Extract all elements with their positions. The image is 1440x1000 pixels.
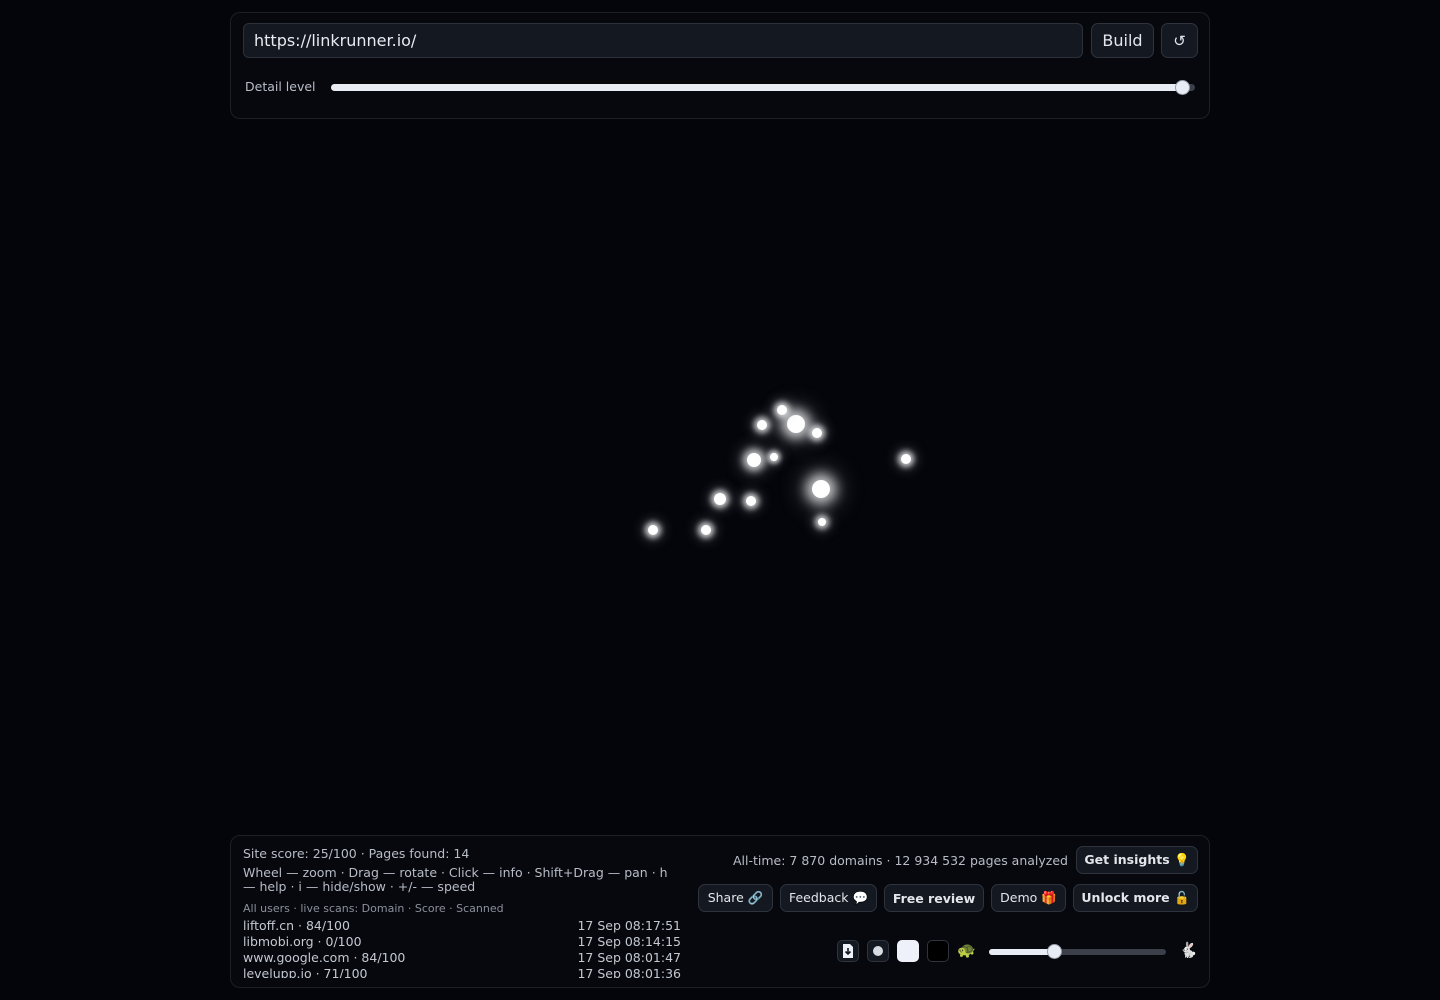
scan-domain: www.google.com · 84/100 [243, 950, 406, 965]
download-icon [843, 944, 853, 958]
node-toggle-button[interactable] [867, 940, 889, 962]
scan-time: 17 Sep 08:01:47 [577, 950, 681, 965]
list-item[interactable]: libmobi.org · 0/100 17 Sep 08:14:15 [243, 934, 681, 950]
graph-node-13[interactable] [701, 525, 711, 535]
share-button[interactable]: Share 🔗 [698, 884, 773, 912]
reset-button[interactable]: ↺ [1161, 23, 1198, 58]
graph-node-3[interactable] [757, 420, 767, 430]
dot-icon [873, 946, 883, 956]
speed-fill [989, 949, 1055, 955]
site-stats: Site score: 25/100 · Pages found: 14 [243, 846, 470, 861]
scan-domain: liftoff.cn · 84/100 [243, 918, 350, 933]
list-item[interactable]: levelupp.io · 71/100 17 Sep 08:01:36 [243, 966, 681, 978]
light-theme-button[interactable] [897, 940, 919, 962]
build-button[interactable]: Build [1091, 23, 1154, 58]
scan-time: 17 Sep 08:17:51 [577, 918, 681, 933]
live-scans-list: liftoff.cn · 84/100 17 Sep 08:17:51 libm… [243, 918, 681, 978]
detail-level-label: Detail level [245, 79, 316, 94]
scan-time: 17 Sep 08:01:36 [577, 966, 681, 978]
graph-node-6[interactable] [770, 453, 778, 461]
download-button[interactable] [837, 940, 859, 962]
detail-level-fill [331, 84, 1183, 91]
alltime-stats: All-time: 7 870 domains · 12 934 532 pag… [733, 853, 1068, 868]
graph-node-11[interactable] [818, 518, 826, 526]
unlock-more-button[interactable]: Unlock more 🔓 [1073, 884, 1198, 912]
list-item[interactable]: www.google.com · 84/100 17 Sep 08:01:47 [243, 950, 681, 966]
help-text: Wheel — zoom · Drag — rotate · Click — i… [243, 865, 668, 894]
graph-node-2[interactable] [777, 405, 787, 415]
graph-node-1[interactable] [787, 415, 805, 433]
scan-time: 17 Sep 08:14:15 [577, 934, 681, 949]
site-graph-canvas[interactable] [230, 125, 1210, 830]
graph-node-5[interactable] [747, 453, 761, 467]
feedback-button[interactable]: Feedback 💬 [780, 884, 877, 912]
scan-domain: levelupp.io · 71/100 [243, 966, 368, 978]
get-insights-button[interactable]: Get insights 💡 [1076, 846, 1198, 874]
speed-thumb[interactable] [1047, 944, 1063, 959]
demo-button[interactable]: Demo 🎁 [991, 884, 1066, 912]
live-scans-header: All users · live scans: Domain · Score ·… [243, 902, 504, 915]
rabbit-icon: 🐇 [1179, 941, 1198, 959]
detail-level-slider[interactable] [331, 80, 1195, 95]
graph-node-9[interactable] [714, 493, 726, 505]
scan-domain: libmobi.org · 0/100 [243, 934, 362, 949]
graph-node-12[interactable] [648, 525, 658, 535]
speed-slider[interactable] [989, 944, 1166, 959]
graph-node-10[interactable] [746, 496, 756, 506]
free-review-button[interactable]: Free review [884, 884, 984, 912]
url-input[interactable] [243, 23, 1083, 58]
top-panel: Build ↺ Detail level [230, 12, 1210, 119]
detail-level-thumb[interactable] [1175, 80, 1191, 95]
turtle-icon: 🐢 [957, 941, 976, 959]
dark-theme-button[interactable] [927, 940, 949, 962]
graph-node-7[interactable] [901, 454, 911, 464]
graph-node-4[interactable] [812, 428, 822, 438]
list-item[interactable]: liftoff.cn · 84/100 17 Sep 08:17:51 [243, 918, 681, 934]
graph-node-8[interactable] [812, 480, 830, 498]
bottom-panel: Site score: 25/100 · Pages found: 14 Whe… [230, 835, 1210, 988]
